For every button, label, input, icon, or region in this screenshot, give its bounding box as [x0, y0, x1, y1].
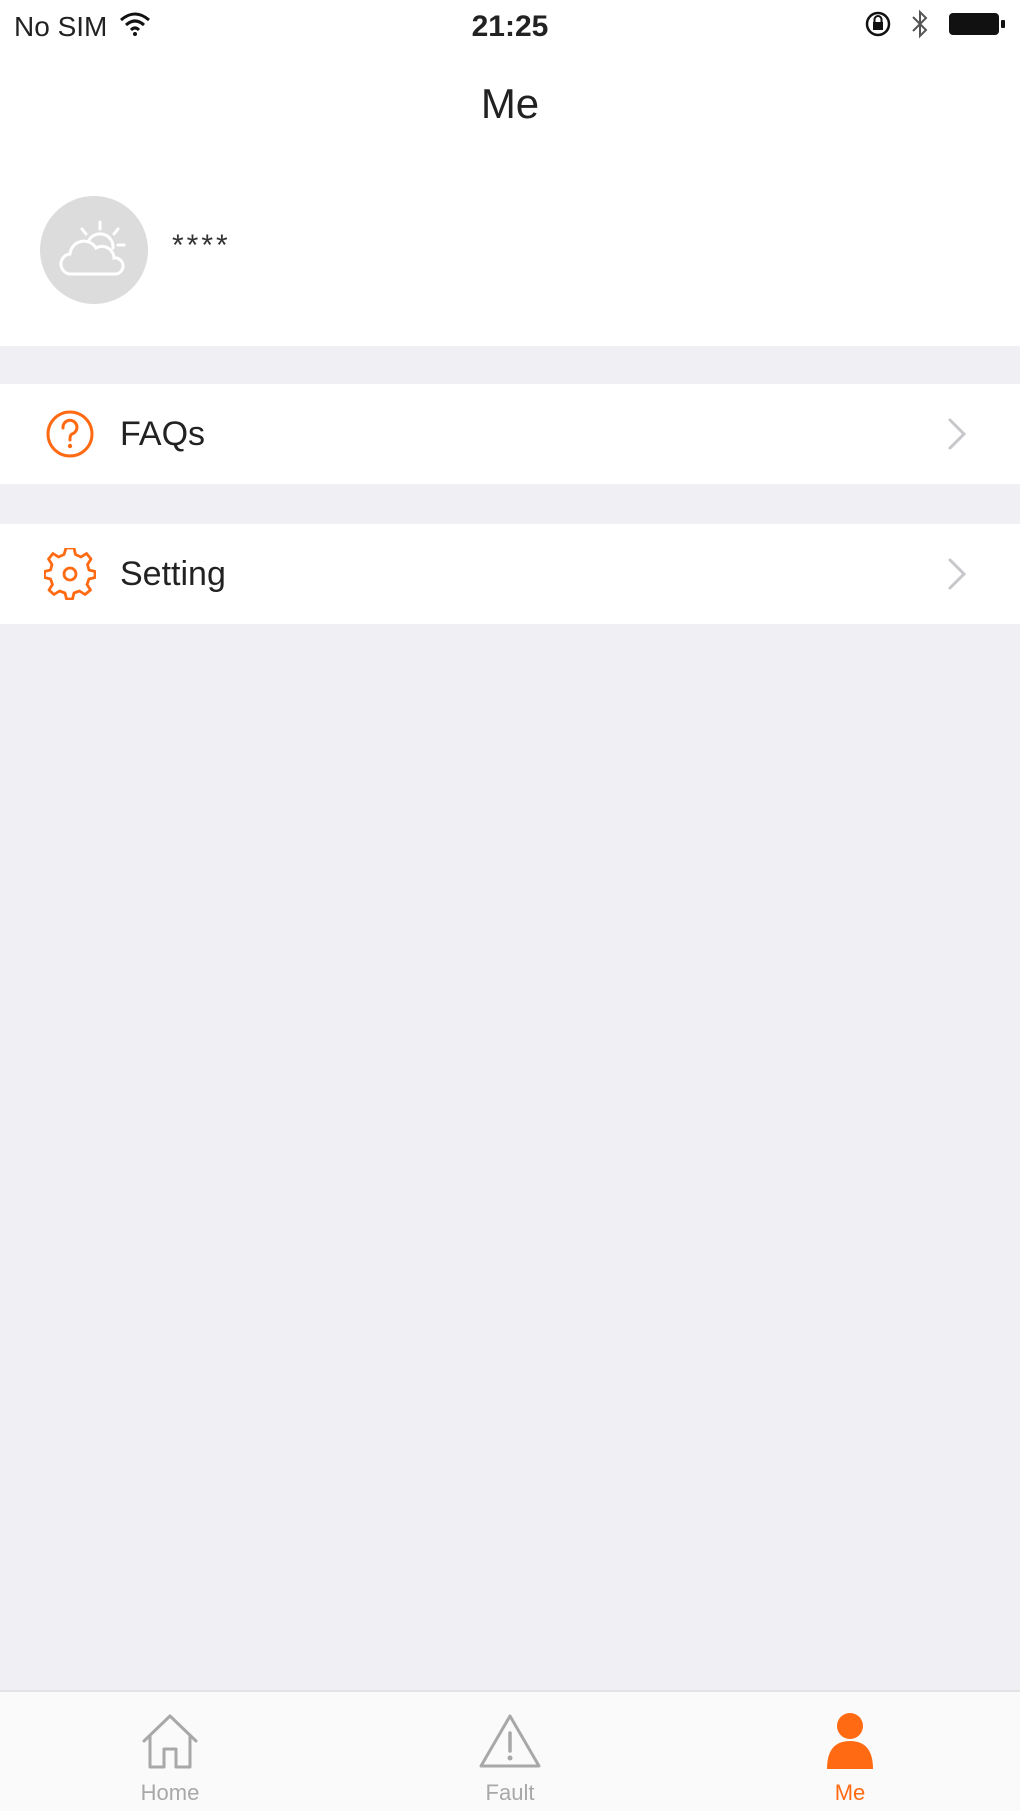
status-right: [666, 9, 1006, 46]
warning-icon: [477, 1708, 543, 1774]
battery-icon: [948, 11, 1006, 44]
tab-bar: Home Fault Me: [0, 1690, 1020, 1811]
wifi-icon: [119, 11, 151, 43]
tab-label: Me: [834, 1780, 866, 1805]
chevron-right-icon: [942, 554, 972, 594]
carrier-label: No SIM: [14, 11, 108, 42]
page-title: Me: [480, 80, 540, 127]
avatar[interactable]: [40, 196, 148, 304]
status-time: 21:25: [471, 10, 549, 43]
status-left: No SIM: [14, 11, 354, 43]
menu-item-setting[interactable]: Setting: [0, 524, 1020, 624]
chevron-right-icon: [942, 414, 972, 454]
tab-home[interactable]: Home: [0, 1692, 340, 1811]
me-screen: No SIM 21:25 Me **** FAQs Setting Home F…: [0, 0, 1020, 1811]
orientation-lock-icon: [864, 10, 892, 45]
tab-label: Home: [140, 1780, 200, 1805]
gear-icon: [44, 548, 96, 600]
bluetooth-icon: [910, 9, 930, 46]
menu-item-label: FAQs: [120, 414, 206, 453]
person-icon: [817, 1708, 883, 1774]
menu-item-label: Setting: [120, 554, 226, 593]
question-icon: [44, 408, 96, 460]
username: ****: [172, 229, 231, 262]
status-bar: No SIM 21:25: [0, 0, 1020, 54]
tab-label: Fault: [485, 1780, 535, 1805]
home-icon: [137, 1708, 203, 1774]
profile-card[interactable]: ****: [0, 154, 1020, 346]
menu-item-faqs[interactable]: FAQs: [0, 384, 1020, 484]
partly-cloudy-icon: [59, 220, 126, 276]
nav-bar: Me: [0, 54, 1020, 154]
tab-fault[interactable]: Fault: [340, 1692, 680, 1811]
tab-me[interactable]: Me: [680, 1692, 1020, 1811]
